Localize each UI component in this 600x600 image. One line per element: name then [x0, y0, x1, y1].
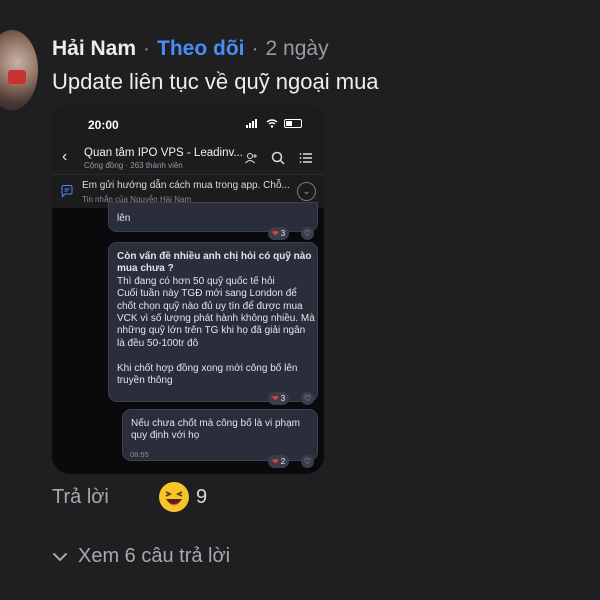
author-avatar[interactable]	[0, 30, 38, 110]
menu-list-icon[interactable]	[298, 150, 314, 166]
reaction-count: 2	[280, 457, 286, 466]
reaction-count: 9	[196, 486, 208, 508]
back-chevron-icon[interactable]: ‹	[62, 148, 67, 166]
attached-screenshot[interactable]: 20:00 ‹ Quan tâm IPO VPS - Leadinv... Cộ…	[52, 104, 324, 474]
group-title: Quan tâm IPO VPS - Leadinv...	[84, 147, 243, 159]
search-icon[interactable]	[270, 150, 286, 166]
avatar-flag-detail	[8, 70, 26, 84]
reaction-count: 3	[280, 229, 286, 238]
reaction-badge[interactable]: ❤ 2	[268, 455, 290, 468]
chevron-down-icon	[52, 552, 68, 561]
heart-icon: ❤	[272, 229, 279, 238]
reply-button[interactable]: Trả lời	[52, 486, 109, 509]
comment-header: Hải Nam · Theo dõi · 2 ngày	[52, 37, 329, 61]
comment-time: 2 ngày	[265, 37, 329, 60]
status-time: 20:00	[88, 118, 119, 132]
reaction-badge[interactable]: ❤ 3	[268, 392, 290, 405]
follow-button[interactable]: Theo dõi	[157, 37, 245, 61]
message-bold-text: Còn vấn đề nhiều anh chị hỏi có quỹ nào …	[117, 251, 312, 275]
message-time: 08:55	[130, 450, 149, 459]
chevron-down-icon[interactable]: ⌄	[297, 182, 316, 201]
reaction-count: 3	[280, 394, 286, 403]
message-bubble[interactable]: Nếu chưa chốt mà công bố là vi phạm quy …	[122, 409, 318, 461]
see-replies-button[interactable]: Xem 6 câu trả lời	[52, 545, 230, 568]
chat-app-bar: ‹ Quan tâm IPO VPS - Leadinv... Cộng đồn…	[52, 144, 324, 174]
status-icons	[246, 119, 302, 128]
like-icon[interactable]: ♡	[301, 455, 314, 468]
message-text: lên	[117, 213, 131, 224]
separator-dot: ·	[251, 37, 259, 60]
message-content: Còn vấn đề nhiều anh chị hỏi có quỹ nào …	[117, 251, 315, 387]
signal-icon	[246, 119, 260, 128]
separator-dot: ·	[143, 37, 151, 60]
message-bubble[interactable]: Còn vấn đề nhiều anh chị hỏi có quỹ nào …	[108, 242, 318, 402]
like-icon[interactable]: ♡	[301, 392, 314, 405]
wifi-icon	[266, 119, 278, 128]
like-icon[interactable]: ♡	[301, 227, 314, 240]
group-subtitle: Cộng đồng · 263 thành viên	[84, 161, 183, 170]
chat-bubble-icon	[61, 185, 73, 198]
reaction-badge[interactable]: ❤ 3	[268, 227, 290, 240]
message-text: Thì đang có hơn 50 quỹ quốc tế hỏi Cuối …	[117, 275, 315, 387]
phone-status-bar: 20:00	[52, 104, 324, 144]
comment-text: Update liên tục về quỹ ngoại mua	[52, 69, 379, 94]
see-replies-label: Xem 6 câu trả lời	[78, 545, 231, 567]
grinning-face-icon[interactable]	[158, 481, 190, 513]
author-name[interactable]: Hải Nam	[52, 37, 136, 61]
members-icon[interactable]	[244, 150, 260, 166]
battery-icon	[284, 119, 302, 128]
heart-icon: ❤	[272, 457, 279, 466]
heart-icon: ❤	[272, 394, 279, 403]
pinned-text: Em gửi hướng dẫn cách mua trong app. Chỗ…	[82, 180, 290, 191]
message-text: Nếu chưa chốt mà công bố là vi phạm quy …	[131, 418, 301, 442]
